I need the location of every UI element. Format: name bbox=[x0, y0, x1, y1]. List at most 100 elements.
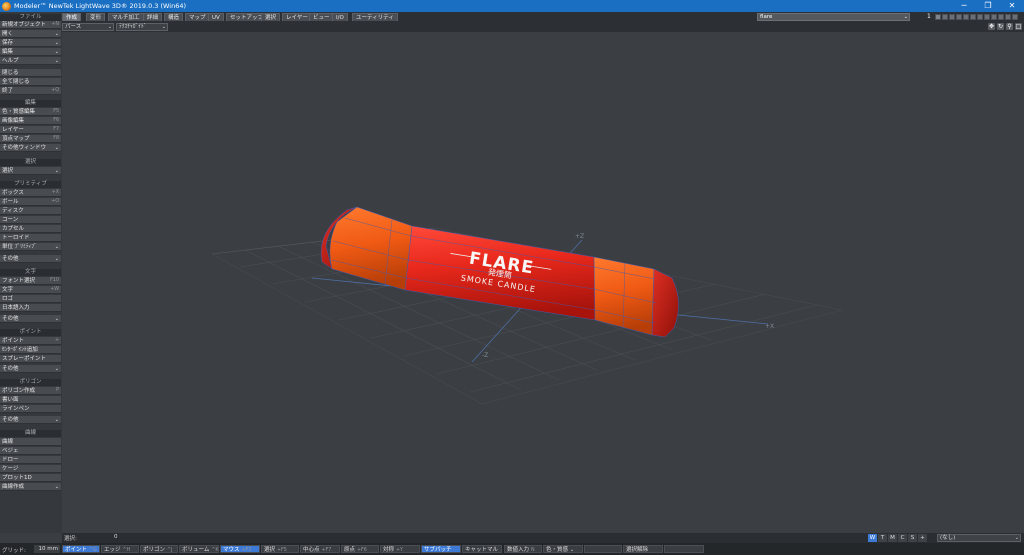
tab-layer[interactable]: レイヤー bbox=[282, 13, 312, 21]
rotate-view-icon[interactable]: ↻ bbox=[997, 23, 1004, 30]
primitive-other-menu[interactable]: その他 ⌄ bbox=[0, 255, 61, 263]
empty-slot-2[interactable] bbox=[664, 545, 704, 553]
spray-point-button[interactable]: スプレーポイント bbox=[0, 355, 61, 363]
other-windows-menu[interactable]: その他ウィンドウ ⌄ bbox=[0, 144, 61, 152]
image-editor-button[interactable]: 画像編集 F6 bbox=[0, 117, 61, 125]
layer-object-dropdown[interactable]: flare ⌄ bbox=[757, 13, 910, 21]
tab-select[interactable]: 選択 bbox=[261, 13, 281, 21]
surface-dropdown[interactable]: 色・質感 ⌄ bbox=[543, 545, 583, 553]
close-button[interactable]: 閉じる bbox=[0, 69, 61, 77]
tab-create[interactable]: 作成 bbox=[62, 13, 82, 21]
new-map-button[interactable]: + bbox=[918, 534, 927, 542]
point-button[interactable]: ポイント + bbox=[0, 337, 61, 345]
weight-map-toggle[interactable]: W bbox=[868, 534, 877, 542]
font-select-button[interactable]: フォント選択 F10 bbox=[0, 277, 61, 285]
numeric-input-button[interactable]: 数値入力 N bbox=[504, 545, 542, 553]
layer-slot-11[interactable] bbox=[1005, 14, 1011, 20]
cage-button[interactable]: ケージ bbox=[0, 465, 61, 473]
layer-slot-9[interactable] bbox=[991, 14, 997, 20]
tab-map[interactable]: マップ bbox=[185, 13, 210, 21]
mouse-action-button[interactable]: マウス +F3 bbox=[220, 545, 260, 553]
save-menu[interactable]: 保存 ⌄ bbox=[0, 39, 61, 47]
empty-slot-1[interactable] bbox=[584, 545, 622, 553]
flare-model[interactable]: FLARE 発煙筒 SMOKE CANDLE bbox=[320, 206, 679, 338]
new-object-button[interactable]: 新規オブジェクト +N bbox=[0, 21, 61, 29]
cone-button[interactable]: コーン bbox=[0, 216, 61, 224]
point-other-menu[interactable]: その他 ⌄ bbox=[0, 365, 61, 373]
tab-view[interactable]: ビュー bbox=[309, 13, 334, 21]
unit-primitive-menu[interactable]: 単位 ﾌﾟﾘﾐﾃｨﾌﾞ ⌄ bbox=[0, 243, 61, 251]
quit-button[interactable]: 終了 +Q bbox=[0, 87, 61, 95]
logo-button[interactable]: ロゴ bbox=[0, 295, 61, 303]
layer-slot-3[interactable] bbox=[949, 14, 955, 20]
zoom-view-icon[interactable]: ⚲ bbox=[1006, 23, 1013, 30]
edit-menu[interactable]: 編集 ⌄ bbox=[0, 48, 61, 56]
box-button[interactable]: ボックス +X bbox=[0, 189, 61, 197]
subpatch-button[interactable]: サブパッチ bbox=[421, 545, 461, 553]
ball-button[interactable]: ボール +O bbox=[0, 198, 61, 206]
select-menu[interactable]: 選択 ⌄ bbox=[0, 167, 61, 175]
toroid-button[interactable]: トーロイド bbox=[0, 234, 61, 242]
deselect-button[interactable]: 選択解除 bbox=[623, 545, 663, 553]
layer-slot-6[interactable] bbox=[970, 14, 976, 20]
layer-slot-8[interactable] bbox=[984, 14, 990, 20]
tab-detail[interactable]: 詳細 bbox=[143, 13, 163, 21]
maximize-view-icon[interactable]: □ bbox=[1015, 23, 1022, 30]
make-polygon-button[interactable]: ポリゴン作成 P bbox=[0, 387, 61, 395]
layers-button[interactable]: レイヤー F7 bbox=[0, 126, 61, 134]
japanese-input-button[interactable]: 日本語入力 bbox=[0, 304, 61, 312]
curve-button[interactable]: 曲線 bbox=[0, 438, 61, 446]
move-view-icon[interactable]: ✥ bbox=[988, 23, 995, 30]
layer-slot-12[interactable] bbox=[1012, 14, 1018, 20]
layer-slot-7[interactable] bbox=[977, 14, 983, 20]
capsule-button[interactable]: カプセル bbox=[0, 225, 61, 233]
layer-slot-2[interactable] bbox=[942, 14, 948, 20]
origin-action-button[interactable]: 原点 +F6 bbox=[341, 545, 379, 553]
point-mode-button[interactable]: ポイント ^G bbox=[62, 545, 100, 553]
maximize-button[interactable]: ❐ bbox=[976, 0, 1000, 12]
plot-1d-button[interactable]: プロット1D bbox=[0, 474, 61, 482]
grid-size-value[interactable]: 10 mm bbox=[34, 545, 60, 553]
surface-editor-button[interactable]: 色・質感編集 F5 bbox=[0, 108, 61, 116]
tab-io[interactable]: I/O bbox=[332, 13, 348, 21]
polygon-mode-button[interactable]: ポリゴン ^J bbox=[140, 545, 178, 553]
polygon-other-menu[interactable]: その他 ⌄ bbox=[0, 416, 61, 424]
selection-action-button[interactable]: 選択 +F5 bbox=[261, 545, 299, 553]
center-point-button[interactable]: ｾﾝﾀｰﾎﾟｲﾝﾄ追加 bbox=[0, 346, 61, 354]
view-type-dropdown[interactable]: パース ⌄ bbox=[62, 23, 114, 31]
morph-map-toggle[interactable]: M bbox=[888, 534, 897, 542]
help-menu[interactable]: ヘルプ ⌄ bbox=[0, 57, 61, 65]
tab-construct[interactable]: 構造 bbox=[164, 13, 184, 21]
layer-slot-4[interactable] bbox=[956, 14, 962, 20]
minimize-button[interactable]: ─ bbox=[952, 0, 976, 12]
shading-mode-dropdown[interactable]: ﾃｸｽﾁｬｶﾞｲﾄﾞ ⌄ bbox=[116, 23, 168, 31]
text-other-menu[interactable]: その他 ⌄ bbox=[0, 315, 61, 323]
tab-uv[interactable]: UV bbox=[208, 13, 224, 21]
selection-set-toggle[interactable]: S bbox=[908, 534, 917, 542]
color-map-toggle[interactable]: C bbox=[898, 534, 907, 542]
vertex-map-dropdown[interactable]: (なし) ⌄ bbox=[937, 534, 1021, 542]
vertex-map-button[interactable]: 頂点マップ F8 bbox=[0, 135, 61, 143]
text-button[interactable]: 文字 +W bbox=[0, 286, 61, 294]
tab-multiply[interactable]: マルチ加工 bbox=[108, 13, 144, 21]
volume-mode-button[interactable]: ボリューム ^K bbox=[179, 545, 219, 553]
tab-utility[interactable]: ユーティリティ bbox=[352, 13, 398, 21]
symmetry-button[interactable]: 対称 +Y bbox=[380, 545, 420, 553]
bezier-button[interactable]: ベジェ bbox=[0, 447, 61, 455]
layer-slot-5[interactable] bbox=[963, 14, 969, 20]
line-pen-button[interactable]: ラインペン bbox=[0, 405, 61, 413]
layer-slot-10[interactable] bbox=[998, 14, 1004, 20]
layer-slot-1[interactable] bbox=[935, 14, 941, 20]
make-curve-menu[interactable]: 曲線作成 ⌄ bbox=[0, 483, 61, 491]
close-all-button[interactable]: 全て閉じる bbox=[0, 78, 61, 86]
catmull-dropdown[interactable]: キャットマル⌄ bbox=[462, 545, 502, 553]
center-action-button[interactable]: 中心点 +F7 bbox=[300, 545, 340, 553]
tab-modify[interactable]: 変形 bbox=[86, 13, 106, 21]
edge-mode-button[interactable]: エッジ ^H bbox=[101, 545, 139, 553]
close-button[interactable]: ✕ bbox=[1000, 0, 1024, 12]
draw-face-button[interactable]: 書い面 bbox=[0, 396, 61, 404]
open-menu[interactable]: 開く ⌄ bbox=[0, 30, 61, 38]
texture-map-toggle[interactable]: T bbox=[878, 534, 887, 542]
perspective-viewport[interactable]: +X -X +Z -Z bbox=[62, 32, 1024, 533]
disc-button[interactable]: ディスク bbox=[0, 207, 61, 215]
